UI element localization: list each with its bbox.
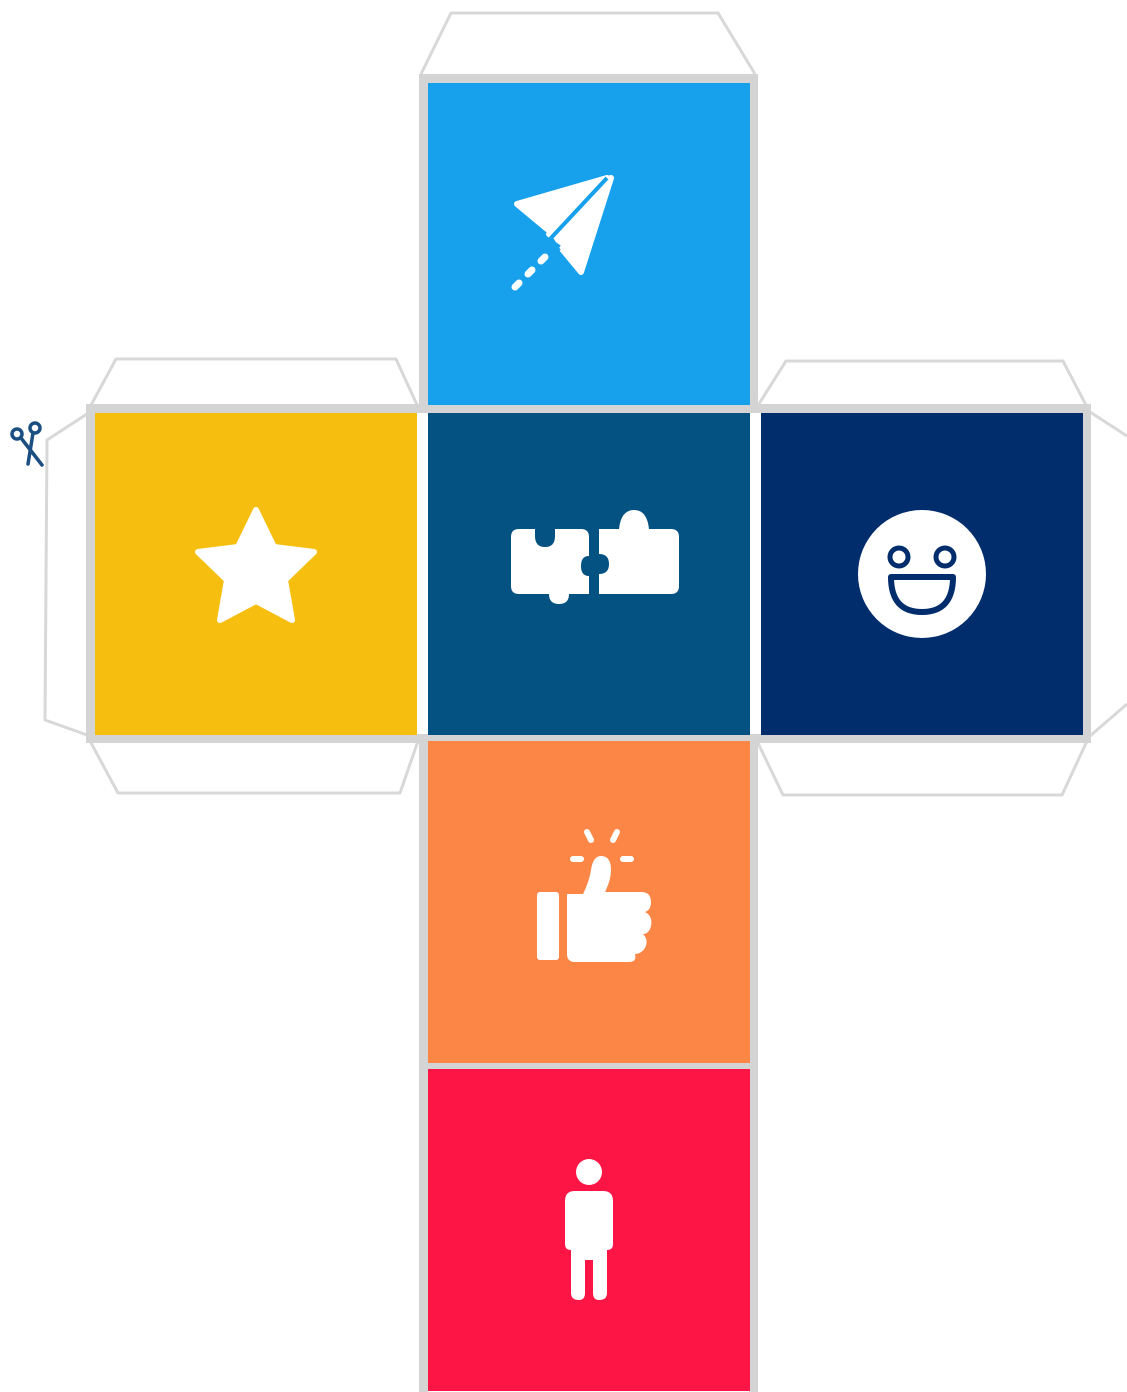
scissors-icon (10, 421, 44, 467)
face-left (95, 413, 417, 735)
puzzle-icon (511, 510, 679, 604)
face-center (428, 413, 750, 735)
smiley-icon (858, 510, 986, 638)
face-right (761, 413, 1083, 735)
face-bottom (428, 1069, 750, 1391)
thumbs-up-icon (537, 829, 652, 962)
glue-tab-left-bottom (88, 740, 420, 795)
glue-tab-left-top (88, 357, 420, 408)
glue-tab-top (419, 11, 757, 75)
glue-tab-right-bottom (755, 740, 1089, 797)
glue-tab-right-side (1089, 410, 1127, 738)
star-icon (195, 507, 317, 623)
cube-net (0, 0, 1127, 1392)
face-lower (428, 741, 750, 1063)
face-top (428, 83, 750, 405)
glue-tab-right-top (755, 359, 1089, 408)
person-icon (565, 1159, 613, 1300)
paper-plane-icon (511, 175, 614, 291)
